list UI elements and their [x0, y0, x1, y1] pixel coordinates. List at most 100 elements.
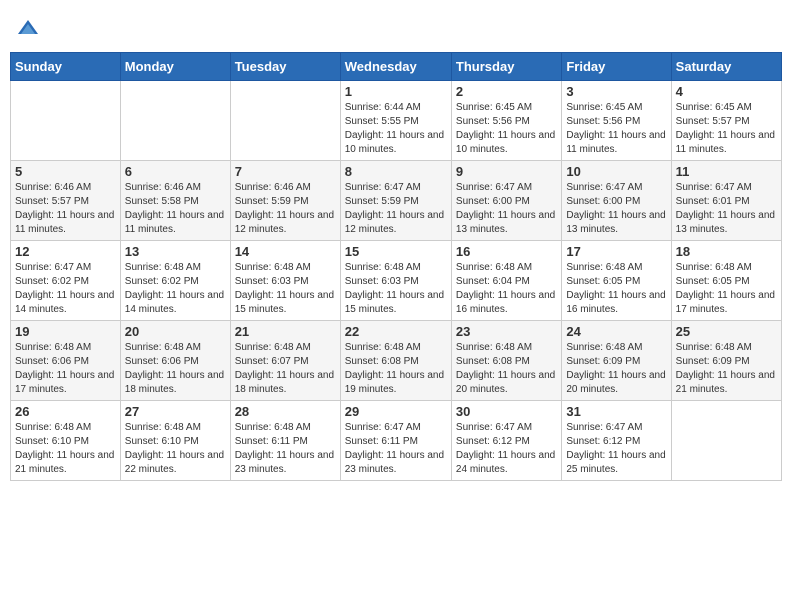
calendar-cell: 1 Sunrise: 6:44 AMSunset: 5:55 PMDaylight…: [340, 81, 451, 161]
day-info: Sunrise: 6:48 AMSunset: 6:02 PMDaylight:…: [125, 261, 226, 317]
day-info: Sunrise: 6:48 AMSunset: 6:04 PMDaylight:…: [456, 261, 557, 317]
day-number: 20: [125, 324, 226, 339]
calendar-cell: 6 Sunrise: 6:46 AMSunset: 5:58 PMDaylight…: [120, 161, 230, 241]
day-info: Sunrise: 6:45 AMSunset: 5:56 PMDaylight:…: [456, 101, 557, 157]
calendar-cell: 17 Sunrise: 6:48 AMSunset: 6:05 PMDayligh…: [562, 241, 671, 321]
day-info: Sunrise: 6:48 AMSunset: 6:10 PMDaylight:…: [15, 421, 116, 477]
day-info: Sunrise: 6:46 AMSunset: 5:57 PMDaylight:…: [15, 181, 116, 237]
day-number: 16: [456, 244, 557, 259]
calendar-cell: 20 Sunrise: 6:48 AMSunset: 6:06 PMDayligh…: [120, 321, 230, 401]
day-number: 9: [456, 164, 557, 179]
day-number: 19: [15, 324, 116, 339]
calendar-cell: 25Sunrise: 6:48 AMSunset: 6:09 PMDayligh…: [671, 321, 781, 401]
day-info: Sunrise: 6:48 AMSunset: 6:07 PMDaylight:…: [235, 341, 336, 397]
day-info: Sunrise: 6:47 AMSunset: 6:00 PMDaylight:…: [456, 181, 557, 237]
col-header-wednesday: Wednesday: [340, 53, 451, 81]
day-info: Sunrise: 6:47 AMSunset: 6:02 PMDaylight:…: [15, 261, 116, 317]
col-header-friday: Friday: [562, 53, 671, 81]
day-number: 1: [345, 84, 447, 99]
day-number: 31: [566, 404, 666, 419]
calendar-table: SundayMondayTuesdayWednesdayThursdayFrid…: [10, 52, 782, 481]
calendar-header-row: SundayMondayTuesdayWednesdayThursdayFrid…: [11, 53, 782, 81]
calendar-cell: 26 Sunrise: 6:48 AMSunset: 6:10 PMDayligh…: [11, 401, 121, 481]
day-info: Sunrise: 6:47 AMSunset: 6:12 PMDaylight:…: [566, 421, 666, 477]
day-info: Sunrise: 6:48 AMSunset: 6:05 PMDaylight:…: [566, 261, 666, 317]
day-info: Sunrise: 6:47 AMSunset: 5:59 PMDaylight:…: [345, 181, 447, 237]
day-info: Sunrise: 6:45 AMSunset: 5:56 PMDaylight:…: [566, 101, 666, 157]
col-header-sunday: Sunday: [11, 53, 121, 81]
day-number: 30: [456, 404, 557, 419]
day-number: 8: [345, 164, 447, 179]
calendar-cell: 2 Sunrise: 6:45 AMSunset: 5:56 PMDaylight…: [451, 81, 561, 161]
day-number: 4: [676, 84, 777, 99]
calendar-cell: 14Sunrise: 6:48 AMSunset: 6:03 PMDayligh…: [230, 241, 340, 321]
col-header-saturday: Saturday: [671, 53, 781, 81]
day-info: Sunrise: 6:48 AMSunset: 6:09 PMDaylight:…: [566, 341, 666, 397]
day-number: 18: [676, 244, 777, 259]
day-number: 29: [345, 404, 447, 419]
day-number: 10: [566, 164, 666, 179]
day-info: Sunrise: 6:47 AMSunset: 6:00 PMDaylight:…: [566, 181, 666, 237]
calendar-week-row: 26 Sunrise: 6:48 AMSunset: 6:10 PMDayligh…: [11, 401, 782, 481]
calendar-cell: 30 Sunrise: 6:47 AMSunset: 6:12 PMDayligh…: [451, 401, 561, 481]
col-header-thursday: Thursday: [451, 53, 561, 81]
day-info: Sunrise: 6:47 AMSunset: 6:12 PMDaylight:…: [456, 421, 557, 477]
calendar-week-row: 19 Sunrise: 6:48 AMSunset: 6:06 PMDayligh…: [11, 321, 782, 401]
day-info: Sunrise: 6:48 AMSunset: 6:10 PMDaylight:…: [125, 421, 226, 477]
calendar-cell: 4 Sunrise: 6:45 AMSunset: 5:57 PMDaylight…: [671, 81, 781, 161]
day-number: 5: [15, 164, 116, 179]
day-number: 21: [235, 324, 336, 339]
calendar-cell: 21 Sunrise: 6:48 AMSunset: 6:07 PMDayligh…: [230, 321, 340, 401]
calendar-cell: 11 Sunrise: 6:47 AMSunset: 6:01 PMDayligh…: [671, 161, 781, 241]
calendar-cell: 15 Sunrise: 6:48 AMSunset: 6:03 PMDayligh…: [340, 241, 451, 321]
day-number: 15: [345, 244, 447, 259]
calendar-cell: 3 Sunrise: 6:45 AMSunset: 5:56 PMDaylight…: [562, 81, 671, 161]
calendar-cell: 8 Sunrise: 6:47 AMSunset: 5:59 PMDaylight…: [340, 161, 451, 241]
logo: [14, 16, 44, 44]
day-info: Sunrise: 6:48 AMSunset: 6:05 PMDaylight:…: [676, 261, 777, 317]
calendar-cell: 7Sunrise: 6:46 AMSunset: 5:59 PMDaylight…: [230, 161, 340, 241]
day-info: Sunrise: 6:48 AMSunset: 6:03 PMDaylight:…: [345, 261, 447, 317]
calendar-cell: 19Sunrise: 6:48 AMSunset: 6:06 PMDayligh…: [11, 321, 121, 401]
calendar-cell: 13Sunrise: 6:48 AMSunset: 6:02 PMDayligh…: [120, 241, 230, 321]
day-number: 11: [676, 164, 777, 179]
calendar-cell: [120, 81, 230, 161]
day-number: 7: [235, 164, 336, 179]
calendar-week-row: 12 Sunrise: 6:47 AMSunset: 6:02 PMDayligh…: [11, 241, 782, 321]
day-number: 23: [456, 324, 557, 339]
day-number: 27: [125, 404, 226, 419]
day-number: 2: [456, 84, 557, 99]
calendar-cell: [671, 401, 781, 481]
calendar-cell: [11, 81, 121, 161]
day-info: Sunrise: 6:45 AMSunset: 5:57 PMDaylight:…: [676, 101, 777, 157]
calendar-cell: 28Sunrise: 6:48 AMSunset: 6:11 PMDayligh…: [230, 401, 340, 481]
col-header-tuesday: Tuesday: [230, 53, 340, 81]
day-number: 6: [125, 164, 226, 179]
day-info: Sunrise: 6:48 AMSunset: 6:08 PMDaylight:…: [456, 341, 557, 397]
calendar-cell: 31 Sunrise: 6:47 AMSunset: 6:12 PMDayligh…: [562, 401, 671, 481]
day-info: Sunrise: 6:48 AMSunset: 6:08 PMDaylight:…: [345, 341, 447, 397]
day-info: Sunrise: 6:48 AMSunset: 6:03 PMDaylight:…: [235, 261, 336, 317]
calendar-cell: 24 Sunrise: 6:48 AMSunset: 6:09 PMDayligh…: [562, 321, 671, 401]
day-number: 3: [566, 84, 666, 99]
calendar-cell: 22Sunrise: 6:48 AMSunset: 6:08 PMDayligh…: [340, 321, 451, 401]
day-info: Sunrise: 6:48 AMSunset: 6:09 PMDaylight:…: [676, 341, 777, 397]
day-number: 24: [566, 324, 666, 339]
calendar-week-row: 1 Sunrise: 6:44 AMSunset: 5:55 PMDaylight…: [11, 81, 782, 161]
calendar-cell: 16 Sunrise: 6:48 AMSunset: 6:04 PMDayligh…: [451, 241, 561, 321]
calendar-cell: 12 Sunrise: 6:47 AMSunset: 6:02 PMDayligh…: [11, 241, 121, 321]
calendar-cell: [230, 81, 340, 161]
col-header-monday: Monday: [120, 53, 230, 81]
day-info: Sunrise: 6:48 AMSunset: 6:06 PMDaylight:…: [125, 341, 226, 397]
day-number: 12: [15, 244, 116, 259]
day-info: Sunrise: 6:44 AMSunset: 5:55 PMDaylight:…: [345, 101, 447, 157]
day-info: Sunrise: 6:47 AMSunset: 6:01 PMDaylight:…: [676, 181, 777, 237]
calendar-cell: 18 Sunrise: 6:48 AMSunset: 6:05 PMDayligh…: [671, 241, 781, 321]
calendar-cell: 5 Sunrise: 6:46 AMSunset: 5:57 PMDaylight…: [11, 161, 121, 241]
day-number: 17: [566, 244, 666, 259]
calendar-week-row: 5 Sunrise: 6:46 AMSunset: 5:57 PMDaylight…: [11, 161, 782, 241]
day-info: Sunrise: 6:46 AMSunset: 5:58 PMDaylight:…: [125, 181, 226, 237]
day-number: 26: [15, 404, 116, 419]
day-number: 28: [235, 404, 336, 419]
day-info: Sunrise: 6:47 AMSunset: 6:11 PMDaylight:…: [345, 421, 447, 477]
